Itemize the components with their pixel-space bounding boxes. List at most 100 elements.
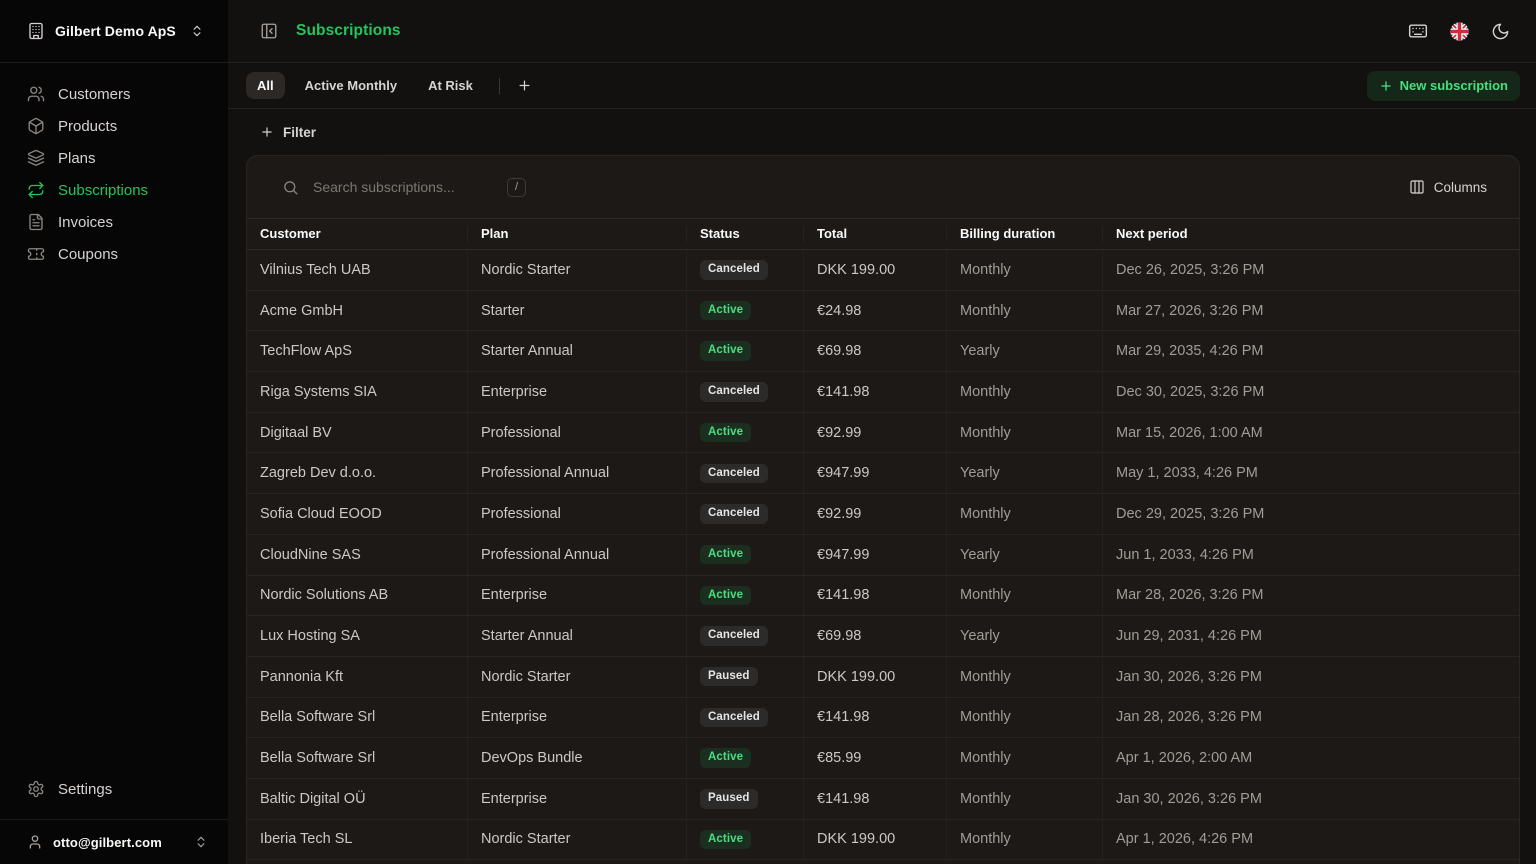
filter-label: Filter bbox=[283, 125, 316, 140]
keyboard-shortcuts-button[interactable] bbox=[1408, 21, 1428, 41]
table-row[interactable]: Riga Systems SIA Enterprise Canceled €14… bbox=[247, 372, 1519, 413]
table-row[interactable]: Lux Hosting SA Starter Annual Canceled €… bbox=[247, 616, 1519, 657]
table-row[interactable]: TechFlow ApS Starter Annual Active €69.9… bbox=[247, 331, 1519, 372]
cell-plan: Nordic Starter bbox=[467, 250, 686, 290]
view-tabs: All Active Monthly At Risk New subscript… bbox=[228, 63, 1536, 109]
cell-billing-duration: Yearly bbox=[946, 535, 1102, 575]
cell-plan: Professional bbox=[467, 413, 686, 453]
company-name: Gilbert Demo ApS bbox=[55, 23, 180, 39]
layers-icon bbox=[27, 149, 45, 167]
table-row[interactable]: Vilnius Tech UAB Nordic Starter Canceled… bbox=[247, 250, 1519, 291]
cell-next-period: Mar 15, 2026, 1:00 AM bbox=[1102, 413, 1519, 453]
tab-at-risk[interactable]: At Risk bbox=[417, 72, 484, 99]
user-menu[interactable]: otto@gilbert.com bbox=[0, 819, 228, 864]
repeat-icon bbox=[27, 181, 45, 199]
status-badge: Canceled bbox=[700, 708, 768, 728]
column-header-customer[interactable]: Customer bbox=[247, 226, 467, 242]
cell-total: DKK 199.00 bbox=[803, 250, 946, 290]
new-subscription-button[interactable]: New subscription bbox=[1367, 71, 1520, 101]
cell-next-period: May 1, 2033, 4:26 PM bbox=[1102, 453, 1519, 493]
chevrons-up-down-icon bbox=[190, 24, 204, 38]
table-row[interactable]: Pannonia Kft Nordic Starter Paused DKK 1… bbox=[247, 657, 1519, 698]
cell-billing-duration: Monthly bbox=[946, 738, 1102, 778]
uk-flag-icon bbox=[1449, 21, 1470, 42]
sidebar-footer: Settings otto@gilbert.com bbox=[0, 773, 228, 864]
plus-icon bbox=[1379, 79, 1393, 93]
user-email: otto@gilbert.com bbox=[53, 835, 184, 850]
columns-label: Columns bbox=[1434, 180, 1487, 195]
building-icon bbox=[27, 22, 45, 40]
table-row[interactable]: Zagreb Dev d.o.o. Professional Annual Ca… bbox=[247, 453, 1519, 494]
add-filter-button[interactable]: Filter bbox=[260, 125, 316, 140]
cell-status: Canceled bbox=[686, 250, 803, 290]
add-view-button[interactable] bbox=[515, 76, 534, 95]
sidebar-item-subscriptions[interactable]: Subscriptions bbox=[0, 174, 228, 206]
search-shortcut-key: / bbox=[507, 178, 526, 197]
org-switcher[interactable]: Gilbert Demo ApS bbox=[0, 0, 228, 63]
table-row[interactable]: Bella Software Srl DevOps Bundle Active … bbox=[247, 738, 1519, 779]
column-header-status[interactable]: Status bbox=[686, 226, 803, 242]
cell-status: Canceled bbox=[686, 616, 803, 656]
table-row[interactable]: Iberia Tech SL Nordic Starter Active DKK… bbox=[247, 820, 1519, 861]
table-row[interactable]: Nordic Solutions AB Enterprise Active €1… bbox=[247, 576, 1519, 617]
file-text-icon bbox=[27, 213, 45, 231]
column-header-next-period[interactable]: Next period bbox=[1102, 226, 1519, 242]
cell-next-period: Jun 1, 2033, 4:26 PM bbox=[1102, 535, 1519, 575]
column-header-billing-duration[interactable]: Billing duration bbox=[946, 226, 1102, 242]
cell-customer: Sofia Cloud EOOD bbox=[247, 494, 467, 534]
columns-button[interactable]: Columns bbox=[1409, 179, 1487, 195]
cell-customer: Lux Hosting SA bbox=[247, 616, 467, 656]
cell-status: Active bbox=[686, 291, 803, 331]
table-row[interactable]: Baltic Digital OÜ Enterprise Paused €141… bbox=[247, 779, 1519, 820]
table-row[interactable]: Digitaal BV Professional Active €92.99 M… bbox=[247, 413, 1519, 454]
tab-active-monthly[interactable]: Active Monthly bbox=[294, 72, 408, 99]
cell-billing-duration: Yearly bbox=[946, 453, 1102, 493]
sidebar-item-customers[interactable]: Customers bbox=[0, 78, 228, 110]
cell-plan: Enterprise bbox=[467, 779, 686, 819]
sidebar-item-coupons[interactable]: Coupons bbox=[0, 238, 228, 270]
cell-customer: Acme GmbH bbox=[247, 291, 467, 331]
sidebar-item-invoices[interactable]: Invoices bbox=[0, 206, 228, 238]
cell-status: Active bbox=[686, 576, 803, 616]
cell-customer: CloudNine SAS bbox=[247, 535, 467, 575]
cell-total: €947.99 bbox=[803, 535, 946, 575]
table-row[interactable]: CloudNine SAS Professional Annual Active… bbox=[247, 535, 1519, 576]
cell-plan: Nordic Starter bbox=[467, 657, 686, 697]
search-icon bbox=[282, 179, 299, 196]
tab-all[interactable]: All bbox=[246, 72, 285, 99]
language-selector-button[interactable] bbox=[1449, 21, 1470, 42]
table-row[interactable]: Bella Software Srl Enterprise Canceled €… bbox=[247, 698, 1519, 739]
column-header-total[interactable]: Total bbox=[803, 226, 946, 242]
sidebar-item-label: Coupons bbox=[58, 246, 118, 263]
column-header-plan[interactable]: Plan bbox=[467, 226, 686, 242]
table-row[interactable]: Sofia Cloud EOOD Professional Canceled €… bbox=[247, 494, 1519, 535]
cell-plan: Professional Annual bbox=[467, 453, 686, 493]
sidebar-item-plans[interactable]: Plans bbox=[0, 142, 228, 174]
status-badge: Active bbox=[700, 545, 751, 565]
status-badge: Canceled bbox=[700, 260, 768, 280]
table-body: Vilnius Tech UAB Nordic Starter Canceled… bbox=[247, 250, 1519, 864]
cell-next-period: Dec 30, 2025, 3:26 PM bbox=[1102, 372, 1519, 412]
cell-next-period: Mar 28, 2026, 3:26 PM bbox=[1102, 576, 1519, 616]
sidebar-item-label: Subscriptions bbox=[58, 182, 148, 199]
status-badge: Active bbox=[700, 830, 751, 850]
cell-total: €85.99 bbox=[803, 738, 946, 778]
cell-billing-duration: Monthly bbox=[946, 494, 1102, 534]
sidebar-item-label: Settings bbox=[58, 781, 112, 798]
user-icon bbox=[27, 834, 43, 850]
cell-next-period: Jan 30, 2026, 3:26 PM bbox=[1102, 657, 1519, 697]
sidebar-item-settings[interactable]: Settings bbox=[0, 773, 228, 805]
sidebar-collapse-button[interactable] bbox=[260, 22, 278, 40]
status-badge: Active bbox=[700, 586, 751, 606]
cell-billing-duration: Yearly bbox=[946, 616, 1102, 656]
sidebar-item-products[interactable]: Products bbox=[0, 110, 228, 142]
search-input[interactable] bbox=[313, 179, 503, 195]
cell-total: €69.98 bbox=[803, 616, 946, 656]
dark-mode-toggle[interactable] bbox=[1491, 22, 1510, 41]
tabs-divider bbox=[499, 78, 500, 94]
cell-customer: Zagreb Dev d.o.o. bbox=[247, 453, 467, 493]
cell-total: €92.99 bbox=[803, 494, 946, 534]
table-row[interactable]: Acme GmbH Starter Active €24.98 Monthly … bbox=[247, 291, 1519, 332]
keyboard-icon bbox=[1408, 21, 1428, 41]
sidebar-item-label: Plans bbox=[58, 150, 96, 167]
